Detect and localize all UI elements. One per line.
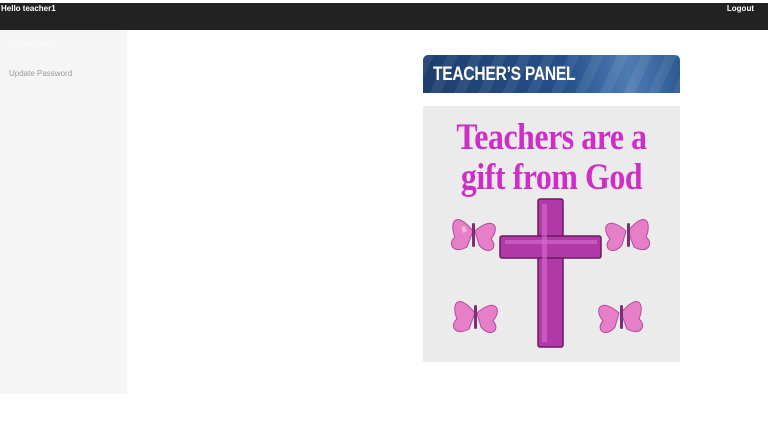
poster-text-line-2: gift from God (460, 157, 643, 198)
butterfly-icon (605, 219, 650, 251)
sidebar-item-upload-marks[interactable]: Upload Marks (9, 39, 58, 48)
teachers-panel-banner: TEACHER’S PANEL (423, 55, 680, 93)
sidebar-item-update-password[interactable]: Update Password (9, 69, 72, 78)
logout-link[interactable]: Logout (727, 4, 754, 13)
sidebar: Upload Marks Update Password (0, 30, 127, 394)
poster-text-line-1: Teachers are a (456, 117, 647, 158)
banner-title: TEACHER’S PANEL (433, 64, 576, 85)
top-navbar: Hello teacher1 Logout (0, 3, 768, 30)
butterfly-icon (453, 301, 498, 333)
greeting-text: Hello teacher1 (1, 4, 56, 13)
butterfly-icon (451, 219, 496, 251)
butterfly-icon (598, 301, 643, 333)
cross-icon (499, 198, 602, 348)
teachers-poster-image: Teachers are a gift from God (423, 106, 680, 362)
